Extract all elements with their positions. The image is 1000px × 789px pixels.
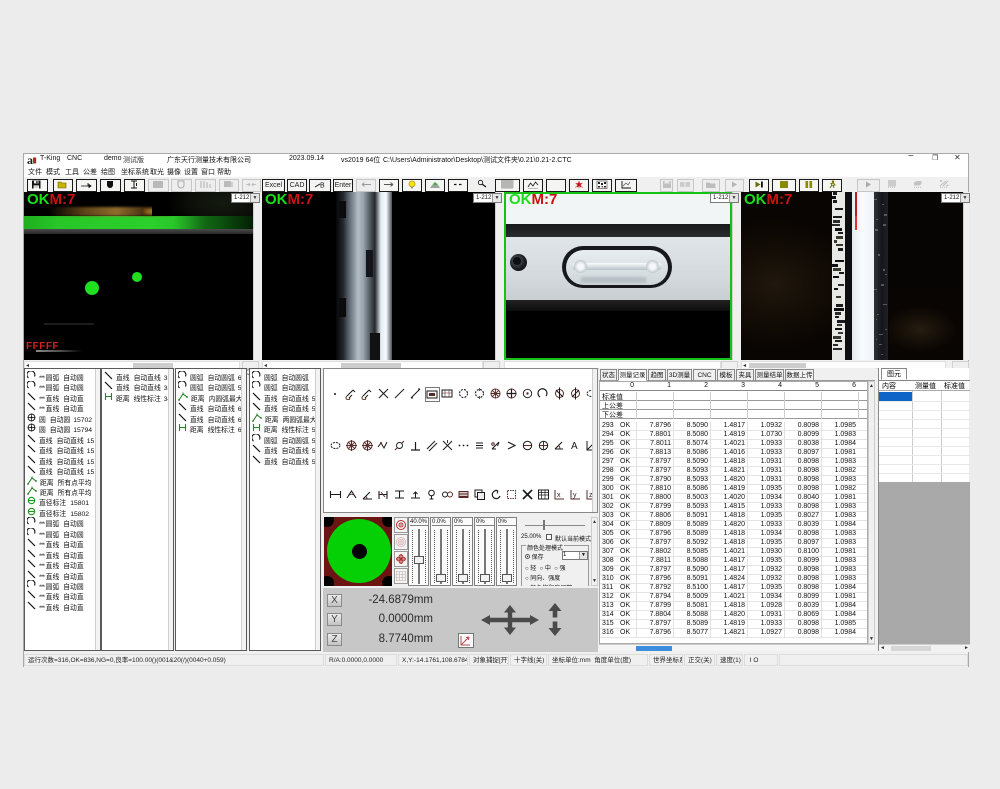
svg-text:A: A (571, 441, 578, 452)
svg-text:y: y (573, 492, 577, 499)
svg-text:B: B (320, 183, 325, 190)
svg-text:x: x (557, 492, 561, 499)
svg-text:a: a (27, 155, 33, 165)
